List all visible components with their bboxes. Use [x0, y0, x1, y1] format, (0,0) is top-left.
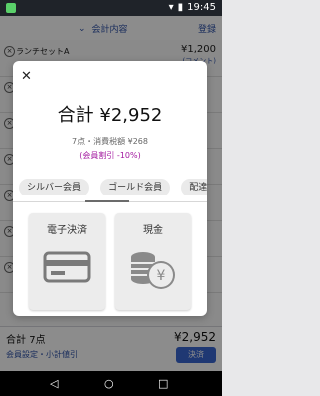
wifi-icon: ▾	[168, 2, 174, 13]
system-nav-bar: ◁ ○ □	[0, 371, 222, 396]
coins-icon: ¥	[129, 243, 177, 291]
modal-total-value: ¥2,952	[99, 105, 163, 126]
payment-modal: ✕ 合計 ¥2,952 7点・消費税額 ¥268 (会員割引 -10%) シルバ…	[13, 61, 207, 316]
tax-line: 7点・消費税額 ¥268	[72, 137, 148, 146]
home-icon[interactable]: ○	[104, 377, 114, 390]
back-icon[interactable]: ◁	[50, 377, 58, 390]
recent-apps-icon[interactable]: □	[158, 377, 168, 390]
pay-cash-label: 現金	[143, 225, 163, 236]
chip-silver-member[interactable]: シルバー会員	[19, 179, 90, 195]
chip-gold-member[interactable]: ゴールド会員	[100, 179, 171, 195]
chip-delivery[interactable]: 配達	[181, 179, 207, 195]
modal-total: 合計 ¥2,952	[13, 101, 207, 127]
chips-scroll-indicator	[85, 200, 129, 202]
member-chips: シルバー会員 ゴールド会員 配達	[19, 175, 207, 195]
discount-line: (会員割引 -10%)	[79, 151, 141, 160]
pay-electronic-button[interactable]: 電子決済	[29, 213, 105, 310]
close-icon[interactable]: ✕	[21, 69, 32, 84]
battery-icon: ▮	[177, 2, 184, 13]
status-time: 19:45	[187, 2, 216, 13]
status-icons: ▾ ▮ 19:45	[169, 2, 216, 13]
pay-cash-button[interactable]: 現金 ¥	[115, 213, 191, 310]
svg-text:¥: ¥	[157, 268, 166, 284]
status-bar: ▾ ▮ 19:45	[0, 0, 222, 16]
credit-card-icon	[43, 243, 91, 291]
notification-icon	[6, 3, 16, 13]
modal-total-label: 合計	[57, 105, 94, 126]
pay-electronic-label: 電子決済	[47, 225, 87, 236]
